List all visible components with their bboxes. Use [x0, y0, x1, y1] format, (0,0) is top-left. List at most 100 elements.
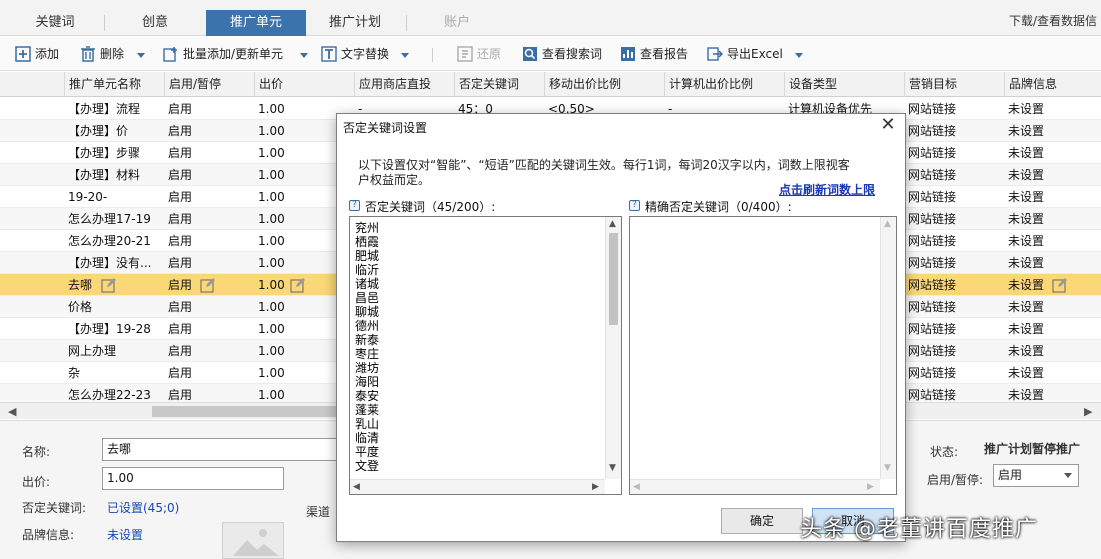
- enable-pause-label: 启用/暂停:: [927, 473, 984, 487]
- brand-info-cell: 未设置: [1008, 322, 1045, 336]
- scroll-up-arrow-icon[interactable]: ▲: [884, 219, 891, 229]
- brand-info-cell: 未设置: [1008, 366, 1045, 380]
- refresh-limit-link[interactable]: 点击刷新词数上限: [779, 181, 875, 198]
- bid-cell: 1.00: [258, 146, 285, 160]
- negative-keywords-dialog: 否定关键词设置 ✕ 以下设置仅对“智能”、“短语”匹配的关键词生效。每行1词，每…: [336, 113, 906, 542]
- keyword-line: 平度: [355, 445, 380, 459]
- column-header[interactable]: 计算机出价比例: [664, 72, 784, 97]
- delete-button[interactable]: 删除: [80, 45, 124, 63]
- tab-keywords[interactable]: 关键词: [8, 10, 102, 36]
- column-header[interactable]: 推广单元名称: [64, 72, 164, 97]
- enable-pause-select[interactable]: 启用: [993, 464, 1079, 487]
- column-header[interactable]: 营销目标: [904, 72, 1004, 97]
- exact-list-vertical-scrollbar[interactable]: ▲ ▼: [880, 217, 896, 479]
- column-header[interactable]: 设备类型: [784, 72, 904, 97]
- keyword-line: 泰安: [355, 389, 380, 403]
- unit-name-cell: 怎么办理20-21: [68, 234, 151, 248]
- replace-text-button[interactable]: 文字替换: [321, 45, 389, 63]
- scrollbar-thumb[interactable]: [609, 233, 618, 325]
- delete-dropdown-caret[interactable]: [137, 53, 145, 58]
- close-icon[interactable]: ✕: [879, 116, 897, 134]
- tab-campaign[interactable]: 推广计划: [308, 10, 402, 36]
- negative-keywords-textarea[interactable]: 兖州 栖霞 肥城 临沂 诸城 昌邑 聊城 德州 新泰 枣庄 潍坊 海阳 泰安 蓬…: [349, 216, 622, 495]
- scroll-down-arrow-icon[interactable]: ▼: [884, 463, 891, 473]
- keyword-line: 昌邑: [355, 291, 380, 305]
- bulk-add-button[interactable]: 批量添加/更新单元: [163, 45, 283, 63]
- column-header[interactable]: 启用/暂停: [164, 72, 254, 97]
- exact-list-horizontal-scrollbar[interactable]: ◀ ▶: [630, 479, 880, 494]
- scroll-left-arrow-icon[interactable]: ◀: [8, 405, 16, 418]
- download-data-link[interactable]: 下载/查看数据信: [1009, 12, 1097, 29]
- ok-button[interactable]: 确定: [721, 508, 803, 534]
- status-cell: 启用: [168, 300, 193, 314]
- column-header[interactable]: 品牌信息: [1004, 72, 1101, 97]
- grid-header: 推广单元名称 启用/暂停 出价 应用商店直投 否定关键词 移动出价比例 计算机出…: [0, 72, 1101, 97]
- restore-button: 还原: [457, 45, 501, 63]
- status-cell: 启用: [168, 146, 193, 160]
- scroll-left-arrow-icon[interactable]: ◀: [353, 482, 360, 492]
- edit-brand-icon[interactable]: [1052, 277, 1068, 293]
- bid-cell: 1.00: [258, 234, 285, 248]
- scroll-right-arrow-icon[interactable]: ▶: [592, 482, 599, 492]
- add-button-label: 添加: [35, 47, 60, 61]
- marketing-target-cell: 网站链接: [908, 102, 957, 116]
- negative-list-horizontal-scrollbar[interactable]: ◀ ▶: [350, 479, 605, 494]
- exact-negative-keywords-textarea[interactable]: ▲ ▼ ◀ ▶: [629, 216, 897, 495]
- bar-chart-icon: [620, 46, 636, 62]
- export-dropdown-caret[interactable]: [795, 53, 803, 58]
- status-value: 推广计划暂停推广: [984, 442, 1081, 456]
- brand-info-cell: 未设置: [1008, 146, 1045, 160]
- edit-bid-icon[interactable]: [290, 277, 306, 293]
- view-search-terms-button[interactable]: 查看搜索词: [522, 45, 602, 63]
- help-icon[interactable]: ?: [349, 200, 360, 211]
- scroll-left-arrow-icon[interactable]: ◀: [633, 482, 640, 492]
- bid-cell: 1.00: [258, 300, 285, 314]
- tab-creative[interactable]: 创意: [108, 10, 202, 36]
- bulk-add-dropdown-caret[interactable]: [300, 53, 308, 58]
- negative-list-vertical-scrollbar[interactable]: ▲ ▼: [605, 217, 621, 479]
- watermark-text: 头条 @老董讲百度推广: [800, 517, 1038, 542]
- brand-info-link[interactable]: 未设置: [107, 526, 143, 543]
- keyword-line: 栖霞: [355, 235, 380, 249]
- plus-icon: [15, 46, 31, 62]
- edit-name-icon[interactable]: [101, 277, 117, 293]
- export-excel-button[interactable]: 导出Excel: [707, 45, 783, 63]
- tab-ad-unit[interactable]: 推广单元: [206, 10, 306, 36]
- tab-separator: [104, 15, 105, 31]
- marketing-target-cell: 网站链接: [908, 146, 957, 160]
- toolbar-separator: [432, 48, 433, 62]
- marketing-target-cell: 网站链接: [908, 366, 957, 380]
- restore-button-label: 还原: [477, 47, 502, 61]
- column-header[interactable]: 出价: [254, 72, 354, 97]
- unit-name-cell: 【办理】步骤: [68, 146, 141, 160]
- scroll-up-arrow-icon[interactable]: ▲: [609, 219, 616, 229]
- text-replace-icon: [321, 46, 337, 62]
- status-cell: 启用: [168, 256, 193, 270]
- tab-separator: [406, 15, 407, 31]
- bid-cell: 1.00: [258, 344, 285, 358]
- scroll-down-arrow-icon[interactable]: ▼: [609, 463, 616, 473]
- brand-info-cell: 未设置: [1008, 190, 1045, 204]
- status-label: 状态:: [930, 445, 959, 459]
- bulk-add-icon: [163, 46, 179, 62]
- name-input[interactable]: 去哪: [102, 438, 342, 461]
- status-cell: 启用: [168, 366, 193, 380]
- view-report-button[interactable]: 查看报告: [620, 45, 688, 63]
- scroll-right-arrow-icon[interactable]: ▶: [867, 482, 874, 492]
- replace-text-dropdown-caret[interactable]: [401, 53, 409, 58]
- negative-keywords-link[interactable]: 已设置(45;0): [107, 499, 179, 516]
- delete-button-label: 删除: [100, 47, 125, 61]
- module-tab-bar: 关键词 创意 推广单元 推广计划 账户 下载/查看数据信: [0, 0, 1101, 36]
- column-header[interactable]: 否定关键词: [454, 72, 544, 97]
- help-icon[interactable]: ?: [629, 200, 640, 211]
- enable-pause-value: 启用: [998, 468, 1023, 482]
- column-header[interactable]: 移动出价比例: [544, 72, 664, 97]
- bid-input[interactable]: 1.00: [102, 467, 284, 490]
- column-header[interactable]: 应用商店直投: [354, 72, 454, 97]
- add-button[interactable]: 添加: [15, 45, 59, 63]
- chevron-down-icon: [1064, 473, 1072, 478]
- marketing-target-cell: 网站链接: [908, 190, 957, 204]
- keyword-line: 蓬莱: [355, 403, 380, 417]
- edit-status-icon[interactable]: [200, 277, 216, 293]
- scroll-right-arrow-icon[interactable]: ▶: [1084, 405, 1092, 418]
